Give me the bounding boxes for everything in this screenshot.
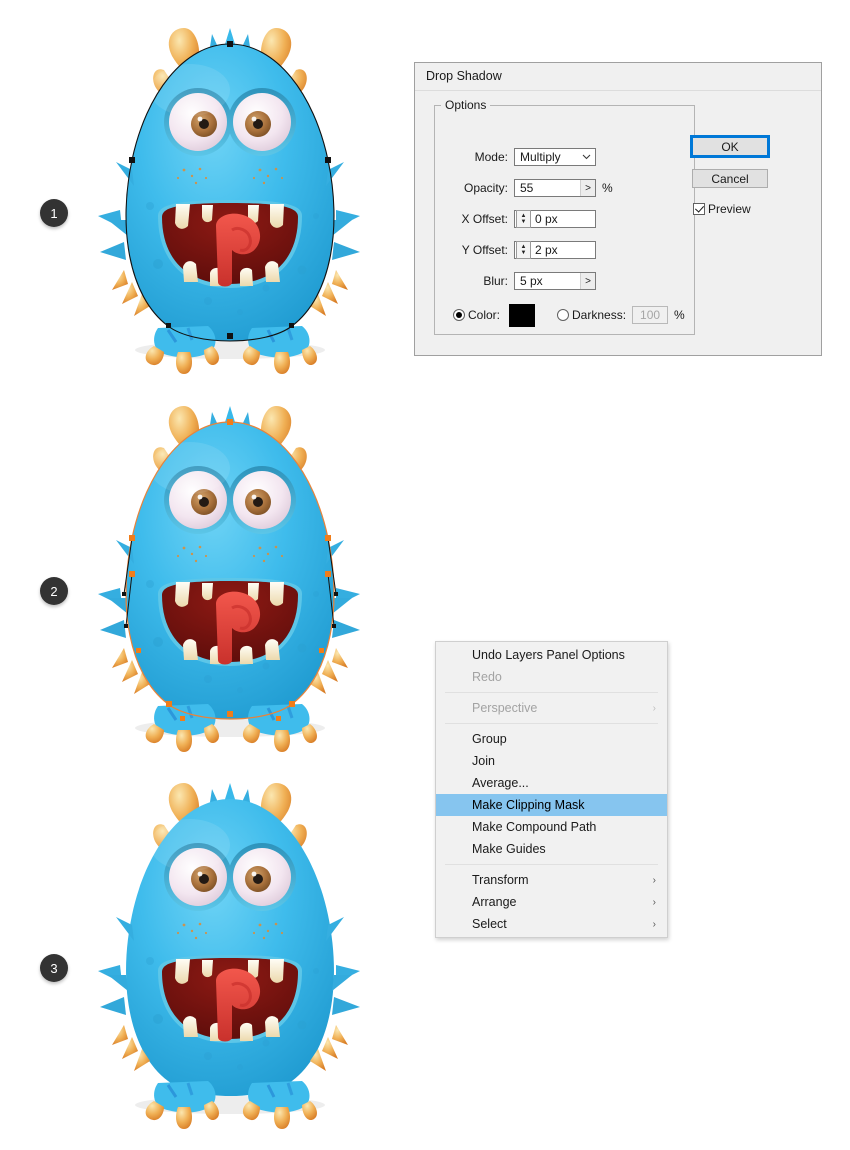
menu-item-label: Redo: [472, 670, 502, 684]
x-offset-row: X Offset: ▲ ▼ 0 px: [445, 209, 685, 229]
y-offset-row: Y Offset: ▲ ▼ 2 px: [445, 240, 685, 260]
step-badge-3: 3: [40, 954, 68, 982]
submenu-arrow-icon: ›: [652, 874, 656, 886]
ok-button-wrap: OK: [690, 135, 770, 158]
mode-label: Mode:: [474, 150, 508, 164]
x-offset-stepper[interactable]: ▲ ▼: [516, 210, 531, 228]
color-darkness-row: Color: Darkness: 100 %: [453, 303, 693, 327]
blur-slider-popup-icon[interactable]: >: [580, 273, 595, 289]
menu-item-redo[interactable]: Redo: [436, 666, 667, 688]
menu-item-make-compound-path[interactable]: Make Compound Path: [436, 816, 667, 838]
chevron-down-icon: [578, 149, 595, 165]
menu-item-label: Perspective: [472, 701, 538, 715]
dialog-body: Options Mode: Multiply Opacity: 55 > % X…: [415, 91, 821, 355]
x-offset-value: 0 px: [535, 212, 558, 226]
darkness-radio[interactable]: [557, 309, 570, 321]
menu-item-average[interactable]: Average...: [436, 772, 667, 794]
mode-row: Mode: Multiply: [445, 147, 685, 167]
cancel-button-wrap: Cancel: [692, 169, 768, 188]
color-label: Color:: [468, 308, 501, 322]
menu-item-label: Average...: [472, 776, 529, 790]
x-offset-label: X Offset:: [461, 212, 508, 226]
artwork-monster-step-2: [80, 398, 380, 758]
monster-illustration-1: [96, 26, 362, 376]
step-badge-2-label: 2: [50, 583, 58, 599]
y-offset-value: 2 px: [535, 243, 558, 257]
opacity-row: Opacity: 55 > %: [445, 178, 685, 198]
shadow-color-swatch[interactable]: [509, 303, 536, 327]
menu-item-make-clipping-mask[interactable]: Make Clipping Mask: [436, 794, 667, 816]
y-offset-stepper[interactable]: ▲ ▼: [516, 241, 531, 259]
menu-item-label: Arrange: [472, 895, 517, 909]
menu-separator: [445, 692, 658, 693]
preview-checkbox[interactable]: [693, 203, 705, 215]
dialog-title: Drop Shadow: [415, 63, 821, 91]
darkness-label: Darkness:: [572, 308, 627, 322]
menu-item-group[interactable]: Group: [436, 728, 667, 750]
menu-item-make-guides[interactable]: Make Guides: [436, 838, 667, 860]
step-badge-3-label: 3: [50, 960, 58, 976]
menu-item-join[interactable]: Join: [436, 750, 667, 772]
darkness-value: 100: [640, 308, 661, 322]
menu-item-label: Transform: [472, 873, 529, 887]
x-offset-input[interactable]: ▲ ▼ 0 px: [514, 210, 596, 228]
color-radio[interactable]: [453, 309, 465, 321]
options-group-legend: Options: [441, 98, 491, 112]
menu-item-label: Make Compound Path: [472, 820, 597, 834]
y-offset-input[interactable]: ▲ ▼ 2 px: [514, 241, 596, 259]
opacity-slider-popup-icon[interactable]: >: [580, 180, 595, 196]
monster-illustration-2: [96, 404, 362, 754]
menu-item-label: Make Guides: [472, 842, 546, 856]
menu-item-label: Undo Layers Panel Options: [472, 648, 625, 662]
menu-item-select[interactable]: Select ›: [436, 913, 667, 935]
submenu-arrow-icon: ›: [652, 702, 656, 714]
artwork-monster-step-3: [80, 775, 380, 1135]
menu-item-perspective[interactable]: Perspective ›: [436, 697, 667, 719]
menu-separator: [445, 864, 658, 865]
opacity-value: 55: [520, 181, 534, 195]
ok-button[interactable]: OK: [690, 135, 770, 158]
submenu-arrow-icon: ›: [652, 918, 656, 930]
step-badge-1: 1: [40, 199, 68, 227]
context-menu: Undo Layers Panel Options Redo Perspecti…: [435, 641, 668, 938]
blur-row: Blur: 5 px >: [445, 271, 685, 291]
menu-item-undo-layers-panel-options[interactable]: Undo Layers Panel Options: [436, 644, 667, 666]
preview-label: Preview: [708, 202, 751, 216]
monster-illustration-3: [96, 781, 362, 1131]
menu-separator: [445, 723, 658, 724]
menu-item-label: Join: [472, 754, 495, 768]
submenu-arrow-icon: ›: [652, 896, 656, 908]
drop-shadow-dialog: Drop Shadow Options Mode: Multiply Opaci…: [414, 62, 822, 356]
menu-item-label: Select: [472, 917, 507, 931]
mode-value: Multiply: [520, 150, 561, 164]
y-offset-label: Y Offset:: [461, 243, 508, 257]
blur-label: Blur:: [483, 274, 508, 288]
cancel-button[interactable]: Cancel: [692, 169, 768, 188]
blur-input[interactable]: 5 px >: [514, 272, 596, 290]
step-badge-1-label: 1: [50, 205, 58, 221]
menu-item-arrange[interactable]: Arrange ›: [436, 891, 667, 913]
menu-item-label: Group: [472, 732, 507, 746]
preview-row[interactable]: Preview: [693, 199, 751, 219]
menu-item-label: Make Clipping Mask: [472, 798, 585, 812]
darkness-input[interactable]: 100: [632, 306, 669, 324]
blur-value: 5 px: [520, 274, 543, 288]
darkness-unit: %: [674, 308, 685, 322]
artwork-monster-step-1: [80, 20, 380, 380]
mode-select[interactable]: Multiply: [514, 148, 596, 166]
opacity-unit: %: [602, 181, 613, 195]
opacity-label: Opacity:: [463, 181, 508, 195]
opacity-input[interactable]: 55 >: [514, 179, 596, 197]
menu-item-transform[interactable]: Transform ›: [436, 869, 667, 891]
step-badge-2: 2: [40, 577, 68, 605]
